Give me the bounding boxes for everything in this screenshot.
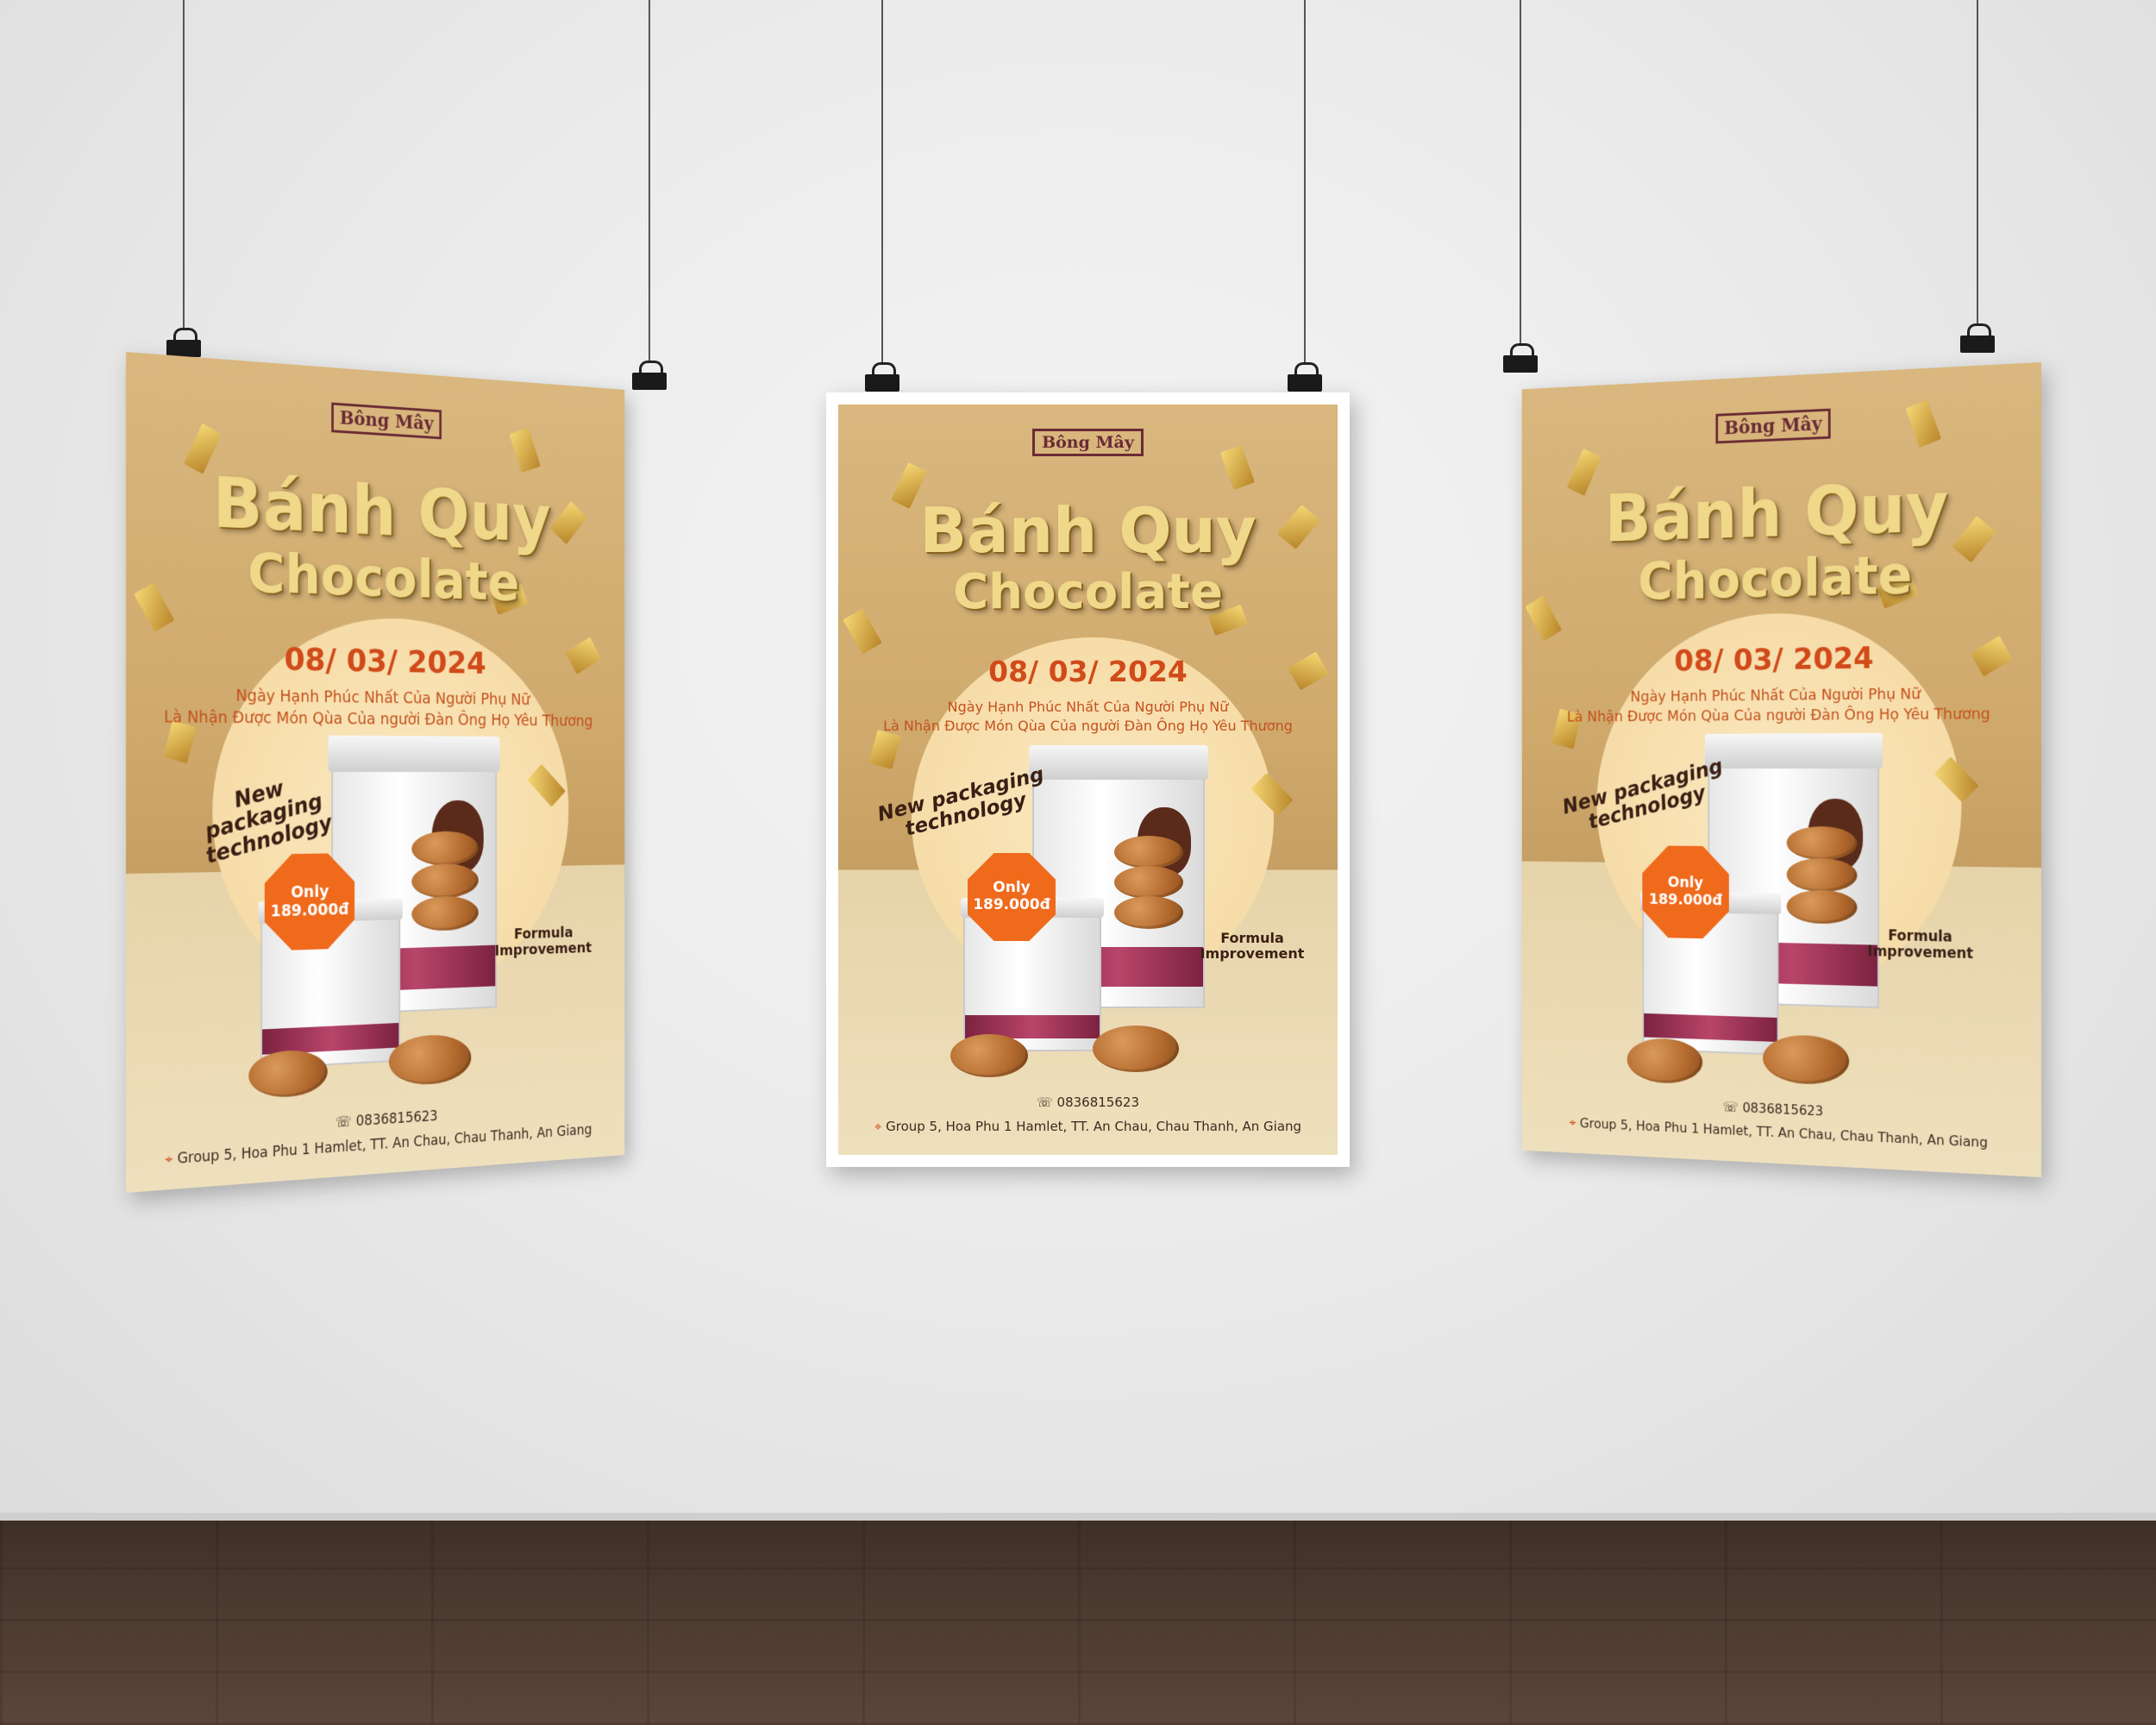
location-pin-icon: ⌖ (1569, 1114, 1580, 1131)
mockup-scene: Bông Mây Bánh Quy Chocolate 08/ 03/ 2024… (0, 0, 2156, 1725)
location-pin-icon: ⌖ (165, 1150, 178, 1169)
tagline-line2: Là Nhận Được Món Qùa Của người Đàn Ông H… (1566, 705, 1990, 726)
binder-clip (865, 362, 899, 392)
cookie (1114, 836, 1183, 869)
cookie (1093, 1026, 1179, 1072)
cookie (1786, 825, 1858, 861)
tagline-line2: Là Nhận Được Món Qùa Của người Đàn Ông H… (883, 717, 1293, 734)
hanging-wire (1304, 0, 1306, 362)
formula-label: Formula Improvement (494, 924, 592, 960)
poster-right: Bông Mây Bánh Quy Chocolate 08/ 03/ 2024… (1521, 362, 2041, 1177)
hanging-wire (881, 0, 883, 362)
tagline: Ngày Hạnh Phúc Nhất Của Người Phụ Nữ Là … (126, 684, 624, 732)
cookie (950, 1034, 1028, 1077)
cookie (1114, 896, 1183, 929)
binder-clip (632, 361, 667, 390)
tagline: Ngày Hạnh Phúc Nhất Của Người Phụ Nữ Là … (1522, 683, 2041, 728)
formula-label: Formula Improvement (1200, 930, 1305, 962)
binder-clip (166, 328, 201, 357)
phone-icon: ☏ (335, 1113, 356, 1132)
binder-clip (1503, 343, 1538, 373)
poster-center: Bông Mây Bánh Quy Chocolate 08/ 03/ 2024… (826, 392, 1350, 1167)
phone-number: ☏ 0836815623 (1037, 1095, 1139, 1110)
address: ⌖ Group 5, Hoa Phu 1 Hamlet, TT. An Chau… (874, 1119, 1302, 1134)
tagline: Ngày Hạnh Phúc Nhất Của Người Phụ Nữ Là … (838, 698, 1338, 735)
poster-left: Bông Mây Bánh Quy Chocolate 08/ 03/ 2024… (126, 352, 625, 1193)
phone-icon: ☏ (1722, 1098, 1743, 1116)
poster-title-line1: Bánh Quy (919, 494, 1257, 567)
binder-clip (1960, 323, 1995, 353)
tagline-line1: Ngày Hạnh Phúc Nhất Của Người Phụ Nữ (947, 699, 1229, 715)
price-badge: Only 189.000đ (968, 853, 1056, 941)
location-pin-icon: ⌖ (874, 1119, 887, 1134)
brand-logo: Bông Mây (838, 429, 1338, 456)
hanging-wire (1977, 0, 1978, 323)
hanging-wire (1520, 0, 1521, 345)
formula-label: Formula Improvement (1867, 927, 1974, 963)
phone-icon: ☏ (1037, 1095, 1057, 1110)
binder-clip (1288, 362, 1322, 392)
cookie (1114, 866, 1183, 899)
hanging-wire (183, 0, 185, 328)
hanging-wire (649, 0, 650, 362)
poster-title-line2: Chocolate (953, 564, 1223, 620)
event-date: 08/ 03/ 2024 (988, 655, 1188, 688)
wooden-floor (0, 1521, 2156, 1725)
